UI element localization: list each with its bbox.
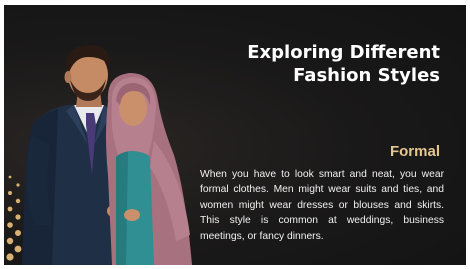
section-heading: Formal (389, 143, 440, 160)
couple-formal-illustration (6, 45, 192, 265)
slide: Exploring Different Fashion Styles Forma… (4, 5, 466, 265)
slide-title: Exploring Different Fashion Styles (247, 42, 440, 86)
woman-figure (106, 73, 192, 265)
body-paragraph: When you have to look smart and neat, yo… (200, 169, 444, 242)
